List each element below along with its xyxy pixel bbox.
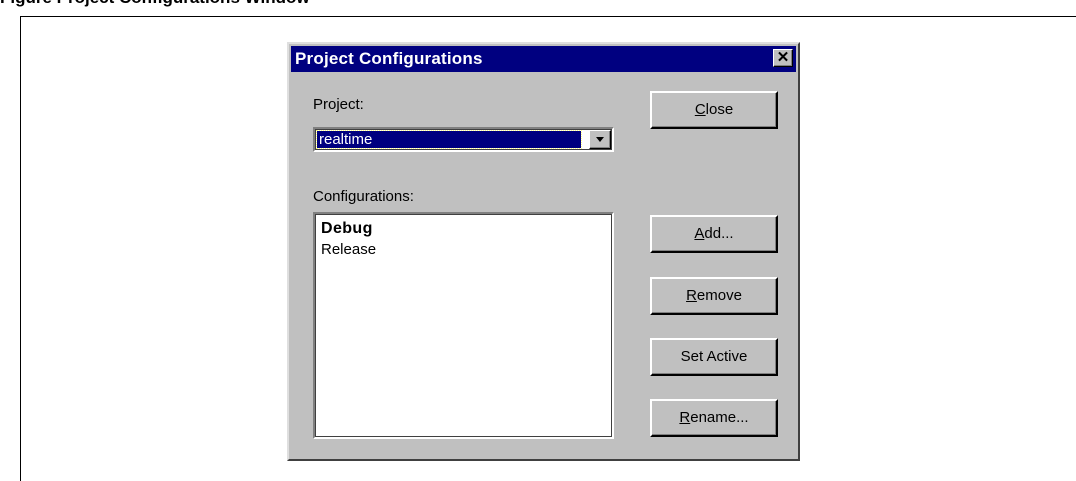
rename-mnemonic: R: [679, 409, 691, 426]
figure-frame-top: [20, 16, 1076, 17]
add-button[interactable]: Add...: [650, 215, 778, 253]
add-rest: dd...: [704, 225, 734, 242]
project-selected-value: realtime: [316, 130, 582, 149]
project-configurations-dialog: Project Configurations ✕ Project: realti…: [287, 42, 800, 461]
figure-frame-left: [20, 16, 21, 481]
chevron-down-icon: [596, 137, 604, 142]
close-mnemonic: C: [694, 101, 706, 118]
rename-rest: ename...: [690, 409, 749, 426]
list-item-debug[interactable]: Debug: [321, 220, 373, 238]
list-item-release[interactable]: Release: [321, 241, 376, 258]
close-button[interactable]: Close: [650, 91, 778, 129]
set-active-button[interactable]: Set Active: [650, 338, 778, 376]
close-icon[interactable]: ✕: [773, 49, 793, 67]
title-bar[interactable]: Project Configurations ✕: [291, 46, 796, 72]
configurations-list[interactable]: Debug Release: [313, 212, 614, 439]
remove-rest: emove: [696, 287, 742, 304]
project-select[interactable]: realtime: [313, 127, 614, 152]
close-rest: lose: [705, 101, 734, 118]
configurations-label: Configurations:: [313, 188, 414, 205]
dropdown-button[interactable]: [589, 130, 611, 149]
project-label: Project:: [313, 96, 364, 113]
remove-mnemonic: R: [686, 287, 697, 304]
figure-caption: Figure Project Configurations Window: [0, 0, 1076, 8]
remove-button[interactable]: Remove: [650, 277, 778, 315]
close-glyph: ✕: [776, 49, 790, 66]
rename-button[interactable]: Rename...: [650, 399, 778, 437]
dialog-title: Project Configurations: [295, 49, 483, 68]
add-mnemonic: A: [694, 225, 705, 242]
